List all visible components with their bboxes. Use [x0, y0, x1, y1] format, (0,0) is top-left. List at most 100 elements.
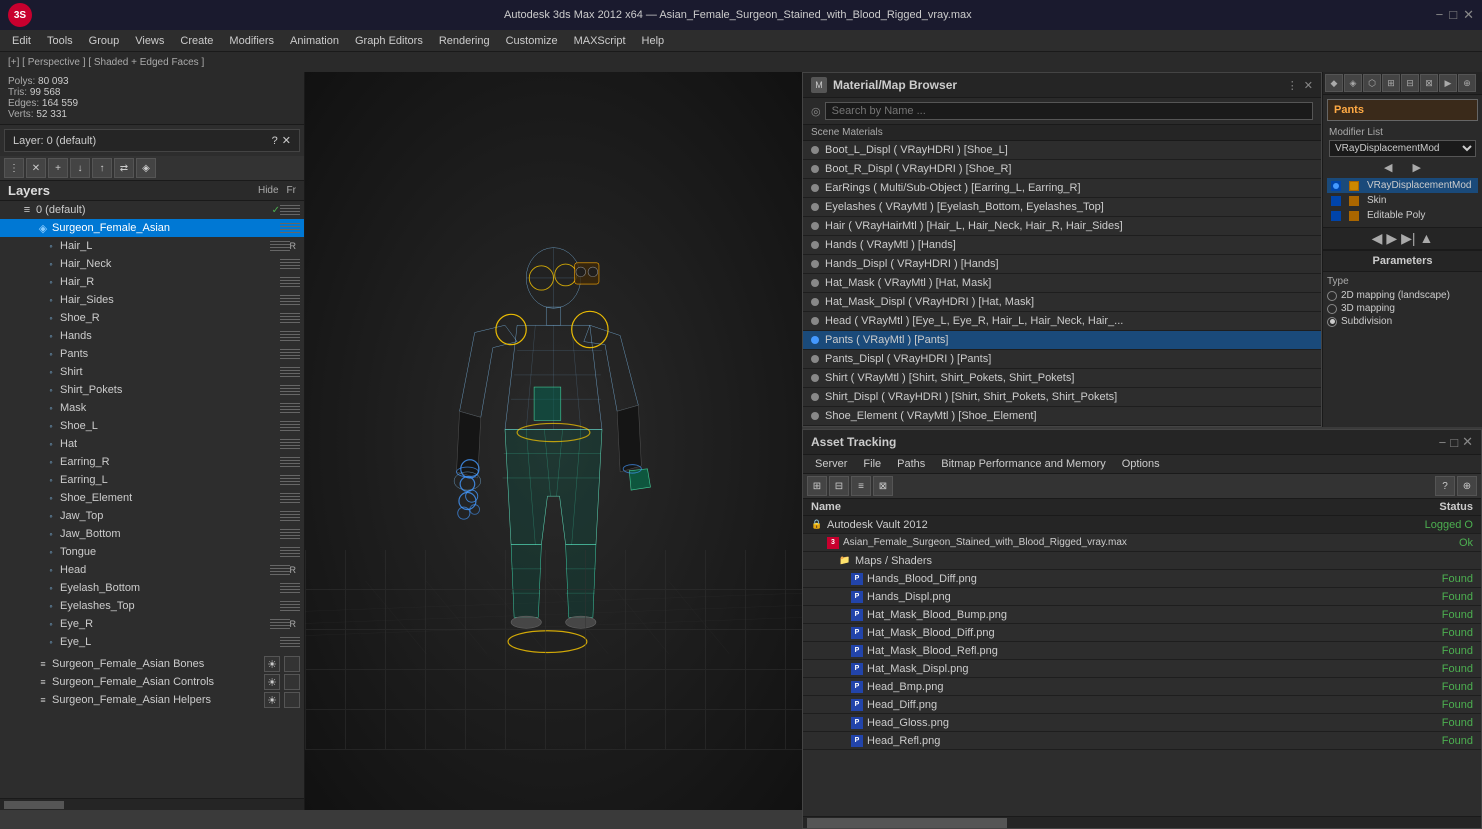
asset-tool-link[interactable]: ⊕	[1457, 476, 1477, 496]
mat-list-item[interactable]: Hat_Mask ( VRayMtl ) [Hat, Mask]	[803, 274, 1321, 293]
mat-list-item[interactable]: Head ( VRayMtl ) [Eye_L, Eye_R, Hair_L, …	[803, 312, 1321, 331]
layer-close-btn[interactable]: ✕	[282, 134, 291, 147]
asset-row[interactable]: 🔒 Autodesk Vault 2012 Logged O	[803, 516, 1481, 534]
asset-row[interactable]: PHead_Diff.png Found	[803, 696, 1481, 714]
mat-list-item[interactable]: Shoe_Element ( VRayMtl ) [Shoe_Element]	[803, 407, 1321, 426]
mat-browser-close-btn[interactable]: ✕	[1304, 79, 1313, 92]
menu-customize[interactable]: Customize	[498, 33, 566, 49]
asset-maximize-btn[interactable]: □	[1450, 435, 1458, 450]
list-item[interactable]: ◦Eyelash_Bottom	[0, 579, 304, 597]
list-item[interactable]: ◦Shoe_L	[0, 417, 304, 435]
asset-tool-1[interactable]: ⊞	[807, 476, 827, 496]
menu-views[interactable]: Views	[127, 33, 172, 49]
freeze-btn[interactable]	[284, 674, 300, 690]
layer-tool-up[interactable]: ↑	[92, 158, 112, 178]
layer-tool-1[interactable]: ⋮	[4, 158, 24, 178]
freeze-btn[interactable]	[284, 692, 300, 708]
asset-menu-paths[interactable]: Paths	[889, 455, 933, 473]
layer-tool-x[interactable]: ✕	[26, 158, 46, 178]
mod-nav[interactable]: ◀ ▶	[1327, 161, 1478, 174]
mod-icon-btn[interactable]: ◈	[1344, 74, 1362, 92]
asset-row[interactable]: PHands_Displ.png Found	[803, 588, 1481, 606]
layer-tool-arrows[interactable]: ⇄	[114, 158, 134, 178]
mod-nav-up[interactable]: ▲	[1420, 230, 1434, 247]
modifier-list-item[interactable]: Skin	[1327, 193, 1478, 208]
asset-row[interactable]: 📁 Maps / Shaders	[803, 552, 1481, 570]
asset-row[interactable]: PHead_Bmp.png Found	[803, 678, 1481, 696]
list-item[interactable]: ◦Shirt	[0, 363, 304, 381]
close-btn[interactable]: ✕	[1463, 7, 1474, 23]
menu-create[interactable]: Create	[172, 33, 221, 49]
visibility-btn[interactable]: ☀	[264, 692, 280, 708]
mat-list-item[interactable]: Hands ( VRayMtl ) [Hands]	[803, 236, 1321, 255]
list-item[interactable]: ◦Eye_RR	[0, 615, 304, 633]
asset-menu-bitmap[interactable]: Bitmap Performance and Memory	[933, 455, 1113, 473]
list-item[interactable]: ≡ 0 (default) ✓	[0, 201, 304, 219]
mat-list-item[interactable]: Shirt_Displ ( VRayHDRI ) [Shirt, Shirt_P…	[803, 388, 1321, 407]
mat-list-item[interactable]: Hands_Displ ( VRayHDRI ) [Hands]	[803, 255, 1321, 274]
maximize-btn[interactable]: □	[1449, 7, 1457, 23]
mod-nav-end[interactable]: ▶|	[1401, 230, 1415, 247]
asset-row[interactable]: P Hands_Blood_Diff.png Found	[803, 570, 1481, 588]
mod-icon-btn[interactable]: ⊠	[1420, 74, 1438, 92]
mod-icon-btn[interactable]: ⊞	[1382, 74, 1400, 92]
layer-help-btn[interactable]: ?	[272, 135, 278, 147]
mat-browser-options[interactable]: ⋮	[1287, 79, 1298, 92]
viewport[interactable]	[305, 72, 802, 810]
asset-row[interactable]: 3 Asian_Female_Surgeon_Stained_with_Bloo…	[803, 534, 1481, 552]
mod-radio-2d[interactable]: 2D mapping (landscape)	[1327, 289, 1478, 302]
list-item[interactable]: ◦Hair_Sides	[0, 291, 304, 309]
layer-tool-plus[interactable]: +	[48, 158, 68, 178]
list-item[interactable]: ◦Earring_R	[0, 453, 304, 471]
layer-panel-controls[interactable]: ? ✕	[272, 134, 291, 147]
layer-tool-down[interactable]: ↓	[70, 158, 90, 178]
list-item[interactable]: ≡ Surgeon_Female_Asian Helpers ☀	[0, 691, 304, 709]
mat-search-input[interactable]	[825, 102, 1313, 120]
list-item[interactable]: ◦HeadR	[0, 561, 304, 579]
list-item[interactable]: ◦Earring_L	[0, 471, 304, 489]
list-item[interactable]: ◦Hair_LR	[0, 237, 304, 255]
list-item[interactable]: ◦Shirt_Pokets	[0, 381, 304, 399]
modifier-list-item[interactable]: VRayDisplacementMod	[1327, 178, 1478, 193]
list-item[interactable]: ◦Hat	[0, 435, 304, 453]
mat-list-item[interactable]: Shirt ( VRayMtl ) [Shirt, Shirt_Pokets, …	[803, 369, 1321, 388]
asset-tracking-controls[interactable]: − □ ✕	[1439, 434, 1473, 450]
list-item[interactable]: ◦Mask	[0, 399, 304, 417]
menu-rendering[interactable]: Rendering	[431, 33, 498, 49]
list-item[interactable]: ◦Shoe_R	[0, 309, 304, 327]
list-item[interactable]: ◦Eyelashes_Top	[0, 597, 304, 615]
mat-list-item[interactable]: Hat_Mask_Displ ( VRayHDRI ) [Hat, Mask]	[803, 293, 1321, 312]
scroll-thumb[interactable]	[4, 801, 64, 809]
minimize-btn[interactable]: −	[1436, 7, 1444, 23]
window-controls[interactable]: − □ ✕	[1436, 7, 1474, 23]
mod-icon-btn[interactable]: ⊕	[1458, 74, 1476, 92]
mat-list-item[interactable]: Pants ( VRayMtl ) [Pants]	[803, 331, 1321, 350]
asset-tool-4[interactable]: ⊠	[873, 476, 893, 496]
list-item[interactable]: ◦Jaw_Bottom	[0, 525, 304, 543]
mod-icon-btn[interactable]: ⬡	[1363, 74, 1381, 92]
menu-edit[interactable]: Edit	[4, 33, 39, 49]
asset-close-btn[interactable]: ✕	[1462, 434, 1473, 450]
mat-list-item[interactable]: Pants_Displ ( VRayHDRI ) [Pants]	[803, 350, 1321, 369]
asset-row[interactable]: PHat_Mask_Blood_Bump.png Found	[803, 606, 1481, 624]
list-item[interactable]: ◈ Surgeon_Female_Asian	[0, 219, 304, 237]
list-item[interactable]: ◦Hands	[0, 327, 304, 345]
list-item[interactable]: ◦Eye_L	[0, 633, 304, 651]
menu-modifiers[interactable]: Modifiers	[221, 33, 282, 49]
mod-radio-subdiv[interactable]: Subdivision	[1327, 315, 1478, 328]
mod-icon-btn[interactable]: ▶	[1439, 74, 1457, 92]
layer-scroll[interactable]	[0, 798, 304, 810]
mod-nav-right[interactable]: ▶	[1413, 161, 1421, 174]
list-item[interactable]: ≡ Surgeon_Female_Asian Controls ☀	[0, 673, 304, 691]
menu-maxscript[interactable]: MAXScript	[566, 33, 634, 49]
asset-tool-help[interactable]: ?	[1435, 476, 1455, 496]
mat-list[interactable]: Boot_L_Displ ( VRayHDRI ) [Shoe_L] Boot_…	[803, 141, 1321, 426]
asset-row[interactable]: PHat_Mask_Displ.png Found	[803, 660, 1481, 678]
mat-list-item[interactable]: Boot_R_Displ ( VRayHDRI ) [Shoe_R]	[803, 160, 1321, 179]
mat-browser-controls[interactable]: ⋮ ✕	[1287, 79, 1313, 92]
asset-menu-options[interactable]: Options	[1114, 455, 1168, 473]
asset-tool-2[interactable]: ⊟	[829, 476, 849, 496]
asset-scrollbar[interactable]	[803, 816, 1481, 828]
mod-nav-prev[interactable]: ◀	[1372, 230, 1383, 247]
list-item[interactable]: ◦Hair_R	[0, 273, 304, 291]
